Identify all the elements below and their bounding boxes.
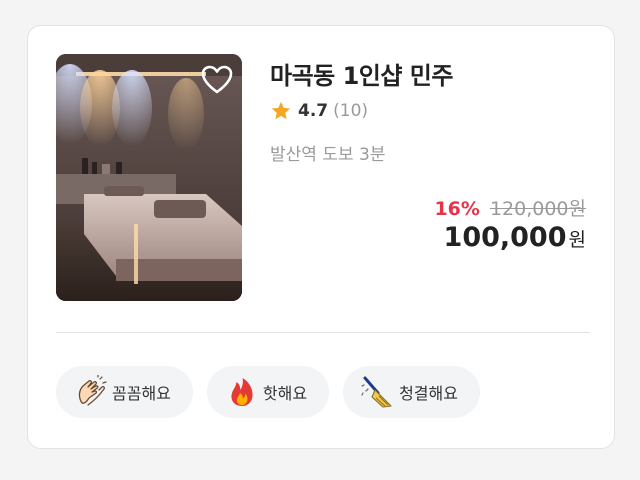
discount-rate: 16% [434, 198, 480, 220]
rating: 4.7 (10) [270, 100, 368, 122]
shop-title[interactable]: 마곡동 1인샵 민주 [270, 56, 453, 91]
star-icon [271, 101, 291, 120]
tag-list: 꼼꼼해요 핫해요 청결해요 [56, 366, 480, 418]
listing-card[interactable]: 마곡동 1인샵 민주 4.7 (10) 발산역 도보 3분 16% 120,00… [27, 25, 615, 449]
tag-label: 청결해요 [399, 384, 458, 403]
tag-clean[interactable]: 청결해요 [343, 366, 480, 418]
fire-icon [231, 378, 253, 406]
rating-score: 4.7 [298, 101, 329, 121]
divider [56, 332, 590, 333]
favorite-heart-icon[interactable] [200, 64, 234, 96]
original-price: 120,000원 [489, 198, 586, 220]
listing-photo[interactable] [56, 54, 242, 301]
sale-price: 100,000 [443, 222, 567, 253]
tag-meticulous[interactable]: 꼼꼼해요 [56, 366, 193, 418]
tag-label: 꼼꼼해요 [112, 384, 171, 403]
currency-unit: 원 [568, 229, 586, 251]
tag-label: 핫해요 [262, 384, 308, 403]
discount-row: 16% 120,000원 [434, 194, 586, 221]
tag-hot[interactable]: 핫해요 [206, 366, 330, 418]
clapping-hands-icon [78, 375, 107, 406]
price-row: 100,000 원 [444, 222, 586, 253]
review-count: (10) [333, 101, 369, 121]
location-text: 발산역 도보 3분 [270, 145, 386, 165]
broom-icon [361, 376, 392, 408]
